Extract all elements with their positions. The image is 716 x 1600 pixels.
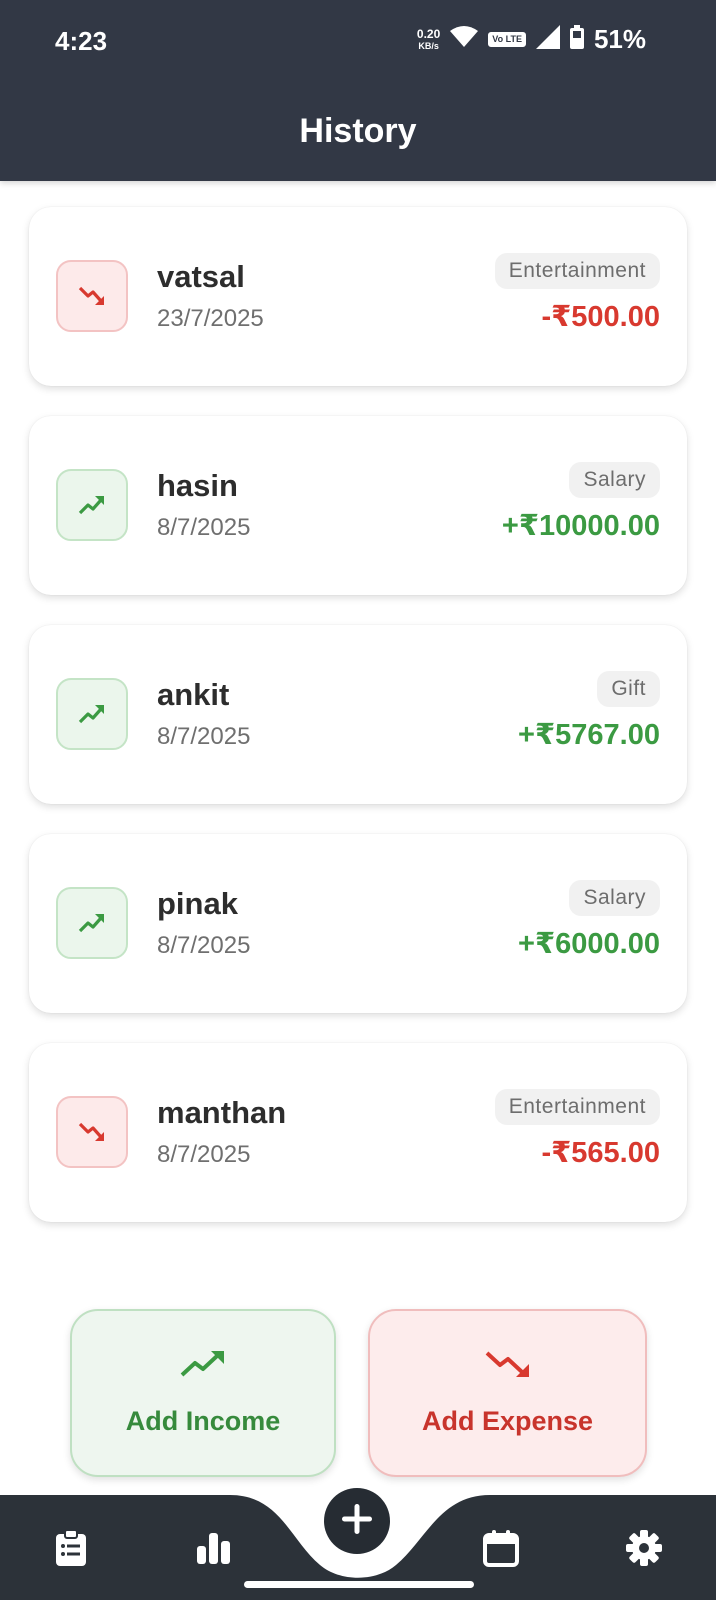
transaction-name: pinak	[157, 886, 238, 921]
gear-icon	[625, 1529, 663, 1572]
transaction-date: 8/7/2025	[157, 932, 251, 959]
status-time: 4:23	[55, 26, 108, 56]
transaction-amount: +₹5767.00	[518, 719, 660, 751]
volte-icon: Vo LTE	[488, 32, 526, 47]
transaction-card[interactable]: ankit 8/7/2025 Gift +₹5767.00	[29, 625, 687, 804]
nav-history[interactable]	[41, 1520, 101, 1580]
network-speed-unit: KB/s	[418, 40, 439, 51]
nav-calendar[interactable]	[471, 1520, 531, 1580]
nav-settings[interactable]	[614, 1520, 674, 1580]
top-app-bar: 4:23 0.20 KB/s Vo LTE 51% History	[0, 0, 716, 181]
add-income-button[interactable]: Add Income	[70, 1309, 336, 1477]
transaction-card[interactable]: hasin 8/7/2025 Salary +₹10000.00	[29, 416, 687, 595]
transaction-card[interactable]: vatsal 23/7/2025 Entertainment -₹500.00	[29, 207, 687, 386]
add-expense-button[interactable]: Add Expense	[368, 1309, 647, 1477]
transaction-name: manthan	[157, 1095, 287, 1130]
clipboard-list-icon	[55, 1528, 87, 1572]
trending-up-icon	[56, 469, 128, 541]
transaction-amount: -₹500.00	[541, 301, 660, 333]
network-speed: 0.20 KB/s	[417, 28, 440, 52]
transaction-list: vatsal 23/7/2025 Entertainment -₹500.00 …	[29, 207, 687, 1252]
page-title: History	[299, 112, 417, 150]
signal-icon	[535, 25, 560, 54]
trending-up-icon	[179, 1349, 227, 1384]
transaction-amount: -₹565.00	[541, 1137, 660, 1169]
category-badge: Salary	[569, 462, 660, 498]
trending-up-icon	[56, 678, 128, 750]
calendar-icon	[483, 1529, 519, 1572]
trending-down-icon	[56, 260, 128, 332]
plus-icon	[339, 1501, 375, 1542]
category-badge: Entertainment	[494, 253, 660, 289]
transaction-card[interactable]: pinak 8/7/2025 Salary +₹6000.00	[29, 834, 687, 1013]
category-badge: Entertainment	[494, 1089, 660, 1125]
add-expense-label: Add Expense	[421, 1406, 594, 1436]
trending-down-icon	[56, 1096, 128, 1168]
trending-up-icon	[56, 887, 128, 959]
battery-icon	[569, 25, 584, 54]
trending-down-icon	[484, 1349, 532, 1384]
wifi-icon	[450, 26, 479, 53]
transaction-date: 8/7/2025	[157, 514, 251, 541]
transaction-card[interactable]: manthan 8/7/2025 Entertainment -₹565.00	[29, 1043, 687, 1222]
transaction-amount: +₹10000.00	[501, 510, 660, 542]
category-badge: Salary	[569, 880, 660, 916]
transaction-date: 23/7/2025	[157, 305, 264, 332]
nav-stats[interactable]	[184, 1520, 244, 1580]
transaction-name: ankit	[157, 677, 230, 712]
battery-percent: 51%	[593, 24, 646, 54]
transaction-name: hasin	[157, 468, 238, 503]
add-transaction-fab[interactable]	[324, 1488, 390, 1554]
transaction-name: vatsal	[157, 259, 245, 294]
transaction-amount: +₹6000.00	[518, 928, 660, 960]
transaction-date: 8/7/2025	[157, 723, 251, 750]
add-income-label: Add Income	[125, 1406, 281, 1436]
network-speed-value: 0.20	[416, 26, 441, 41]
status-icons: 0.20 KB/s Vo LTE 51%	[417, 24, 646, 55]
category-badge: Gift	[597, 671, 660, 707]
home-indicator[interactable]	[244, 1581, 474, 1588]
transaction-date: 8/7/2025	[157, 1141, 251, 1168]
bar-chart-icon	[196, 1531, 232, 1570]
